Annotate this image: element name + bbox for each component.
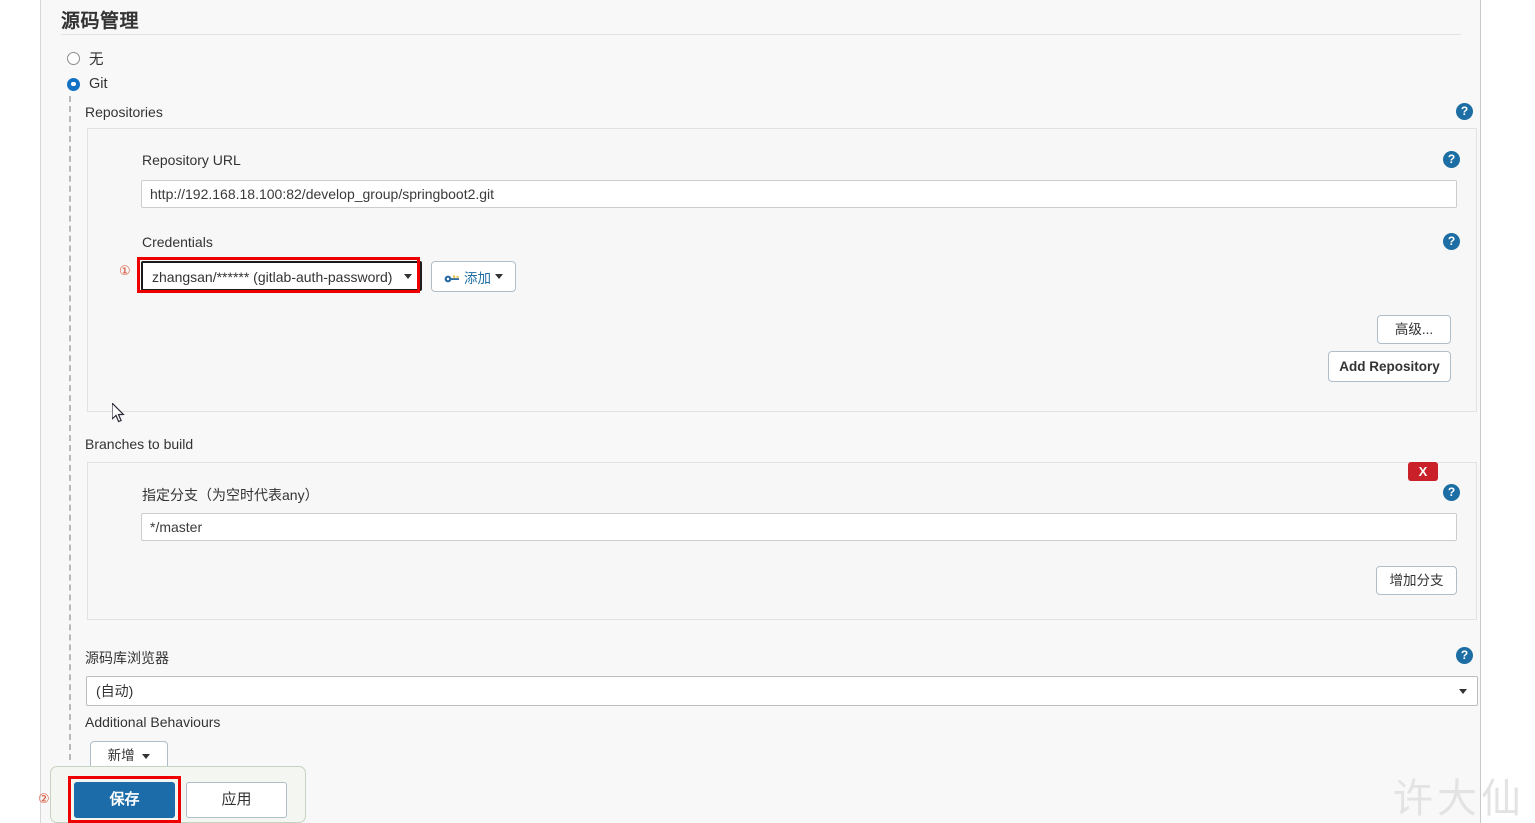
advanced-button[interactable]: 高级...	[1377, 315, 1451, 344]
title-divider	[61, 34, 1461, 35]
repository-url-input[interactable]: http://192.168.18.100:82/develop_group/s…	[141, 180, 1457, 208]
scm-option-none[interactable]: 无	[67, 48, 104, 69]
key-icon	[444, 272, 460, 282]
scm-option-none-label: 无	[89, 52, 104, 68]
indent-guide	[69, 96, 71, 760]
branches-label: Branches to build	[85, 436, 194, 452]
scm-option-git-label: Git	[89, 76, 108, 92]
chevron-down-icon	[404, 274, 412, 279]
credentials-select-value: zhangsan/****** (gitlab-auth-password)	[152, 269, 393, 285]
chevron-down-icon-browser	[1459, 689, 1467, 694]
credentials-select[interactable]: zhangsan/****** (gitlab-auth-password)	[141, 261, 422, 291]
add-credentials-label: 添加	[464, 270, 491, 286]
credentials-label: Credentials	[142, 234, 213, 250]
annotation-marker-1: ①	[119, 263, 131, 278]
branches-panel: 指定分支（为空时代表any） ? */master 增加分支	[87, 462, 1477, 620]
branch-specifier-input[interactable]: */master	[141, 513, 1457, 541]
repositories-help-icon[interactable]: ?	[1456, 103, 1473, 120]
repository-browser-value: (自动)	[96, 683, 134, 699]
watermark: 许大仙	[1393, 776, 1525, 822]
radio-icon-none[interactable]	[67, 52, 80, 65]
delete-branch-button[interactable]: X	[1408, 462, 1438, 481]
additional-behaviours-label: Additional Behaviours	[85, 714, 221, 730]
annotation-marker-2: ②	[38, 791, 50, 806]
radio-icon-git[interactable]	[67, 77, 80, 91]
add-credentials-button[interactable]: 添加	[431, 261, 516, 292]
add-repository-button[interactable]: Add Repository	[1328, 351, 1451, 382]
repository-panel: Repository URL ? http://192.168.18.100:8…	[87, 128, 1477, 412]
repository-url-help-icon[interactable]: ?	[1443, 151, 1460, 168]
repository-browser-select[interactable]: (自动)	[86, 676, 1478, 706]
repository-browser-help-icon[interactable]: ?	[1456, 647, 1473, 664]
form-column: 源码管理 无 Git Repositories ? Repository URL…	[40, 0, 1481, 823]
credentials-help-icon[interactable]: ?	[1443, 233, 1460, 250]
branch-help-icon[interactable]: ?	[1443, 484, 1460, 501]
page-title: 源码管理	[61, 11, 140, 32]
caret-down-icon-behaviour	[142, 753, 151, 759]
repository-url-label: Repository URL	[142, 152, 241, 168]
branch-specifier-label: 指定分支（为空时代表any）	[142, 487, 319, 503]
scm-config-page: 源码管理 无 Git Repositories ? Repository URL…	[0, 0, 1535, 823]
scm-option-git[interactable]: Git	[67, 76, 108, 92]
caret-down-icon	[495, 274, 503, 279]
repositories-label: Repositories	[85, 104, 163, 120]
apply-button[interactable]: 应用	[186, 782, 287, 818]
repository-browser-label: 源码库浏览器	[85, 650, 169, 666]
mouse-cursor	[111, 401, 126, 429]
add-behaviour-label: 新增	[107, 748, 135, 763]
save-button[interactable]: 保存	[74, 782, 175, 818]
add-branch-button[interactable]: 增加分支	[1376, 566, 1457, 595]
